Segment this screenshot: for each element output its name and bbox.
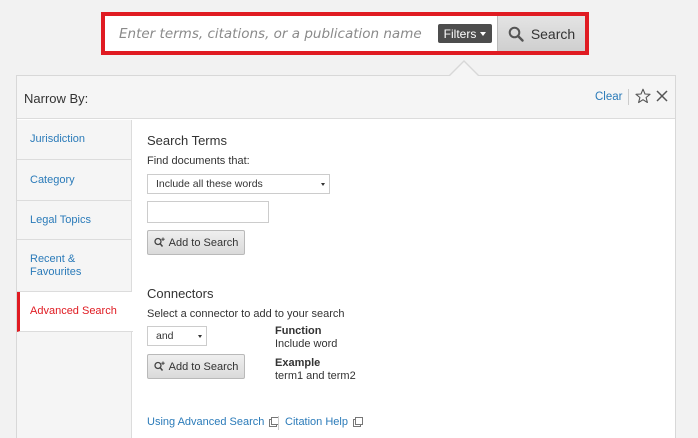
connector-instruction: Select a connector to add to your search <box>147 308 345 320</box>
connector-value: and <box>156 330 174 342</box>
filters-button[interactable]: Filters <box>438 24 492 43</box>
sidebar-item-label: Advanced Search <box>30 305 117 317</box>
function-label: Function <box>275 325 322 337</box>
sidebar-item-label: Jurisdiction <box>30 133 86 145</box>
external-link-icon <box>352 417 363 427</box>
select-arrow-icon <box>198 335 202 338</box>
connector-select[interactable]: and <box>147 326 207 346</box>
clear-link[interactable]: Clear <box>595 91 622 103</box>
search-terms-heading: Search Terms <box>147 133 227 148</box>
panel-pointer-fill <box>449 62 479 77</box>
close-icon[interactable] <box>655 89 669 103</box>
citation-help-label: Citation Help <box>285 416 348 428</box>
search-button[interactable]: Search <box>497 16 585 51</box>
match-mode-value: Include all these words <box>156 178 263 190</box>
example-value: term1 and term2 <box>275 370 356 382</box>
search-bar: Filters Search <box>101 12 589 55</box>
search-button-label: Search <box>530 25 576 42</box>
sidebar-item-recent-favourites[interactable]: Recent & Favourites <box>17 240 132 292</box>
panel-header: Narrow By: Clear <box>17 76 675 119</box>
sidebar-item-label: Recent & Favourites <box>30 252 82 278</box>
add-to-search-label: Add to Search <box>168 236 239 249</box>
add-search-icon <box>153 237 165 247</box>
sidebar-item-jurisdiction[interactable]: Jurisdiction <box>17 120 132 160</box>
sidebar-item-advanced-search[interactable]: Advanced Search <box>17 292 133 332</box>
find-documents-label: Find documents that: <box>147 155 250 167</box>
add-terms-to-search-button[interactable]: Add to Search <box>147 230 245 255</box>
match-mode-select[interactable]: Include all these words <box>147 174 330 194</box>
search-term-field[interactable] <box>147 201 269 223</box>
narrow-by-panel: Narrow By: Clear Jurisdiction Category L… <box>16 75 676 438</box>
star-icon[interactable] <box>635 88 651 104</box>
connectors-heading: Connectors <box>147 286 214 301</box>
magnifier-icon <box>508 26 524 42</box>
sidebar-item-legal-topics[interactable]: Legal Topics <box>17 201 132 240</box>
using-advanced-search-link[interactable]: Using Advanced Search <box>147 416 280 428</box>
sidebar-item-category[interactable]: Category <box>17 160 132 201</box>
add-connector-to-search-button[interactable]: Add to Search <box>147 354 245 379</box>
caret-down-icon <box>480 31 487 36</box>
filters-label: Filters <box>443 26 477 41</box>
example-label: Example <box>275 357 321 369</box>
function-value: Include word <box>275 338 338 350</box>
footer-divider <box>278 416 279 430</box>
panel-title: Narrow By: <box>24 91 89 106</box>
add-search-icon <box>153 361 165 371</box>
header-divider <box>628 89 629 105</box>
citation-help-link[interactable]: Citation Help <box>285 416 363 428</box>
sidebar: Jurisdiction Category Legal Topics Recen… <box>17 120 133 438</box>
add-to-search-label: Add to Search <box>168 360 239 373</box>
select-arrow-icon <box>321 183 325 186</box>
sidebar-item-label: Category <box>30 173 75 186</box>
sidebar-item-label: Legal Topics <box>30 213 91 226</box>
using-advanced-search-label: Using Advanced Search <box>147 416 265 428</box>
